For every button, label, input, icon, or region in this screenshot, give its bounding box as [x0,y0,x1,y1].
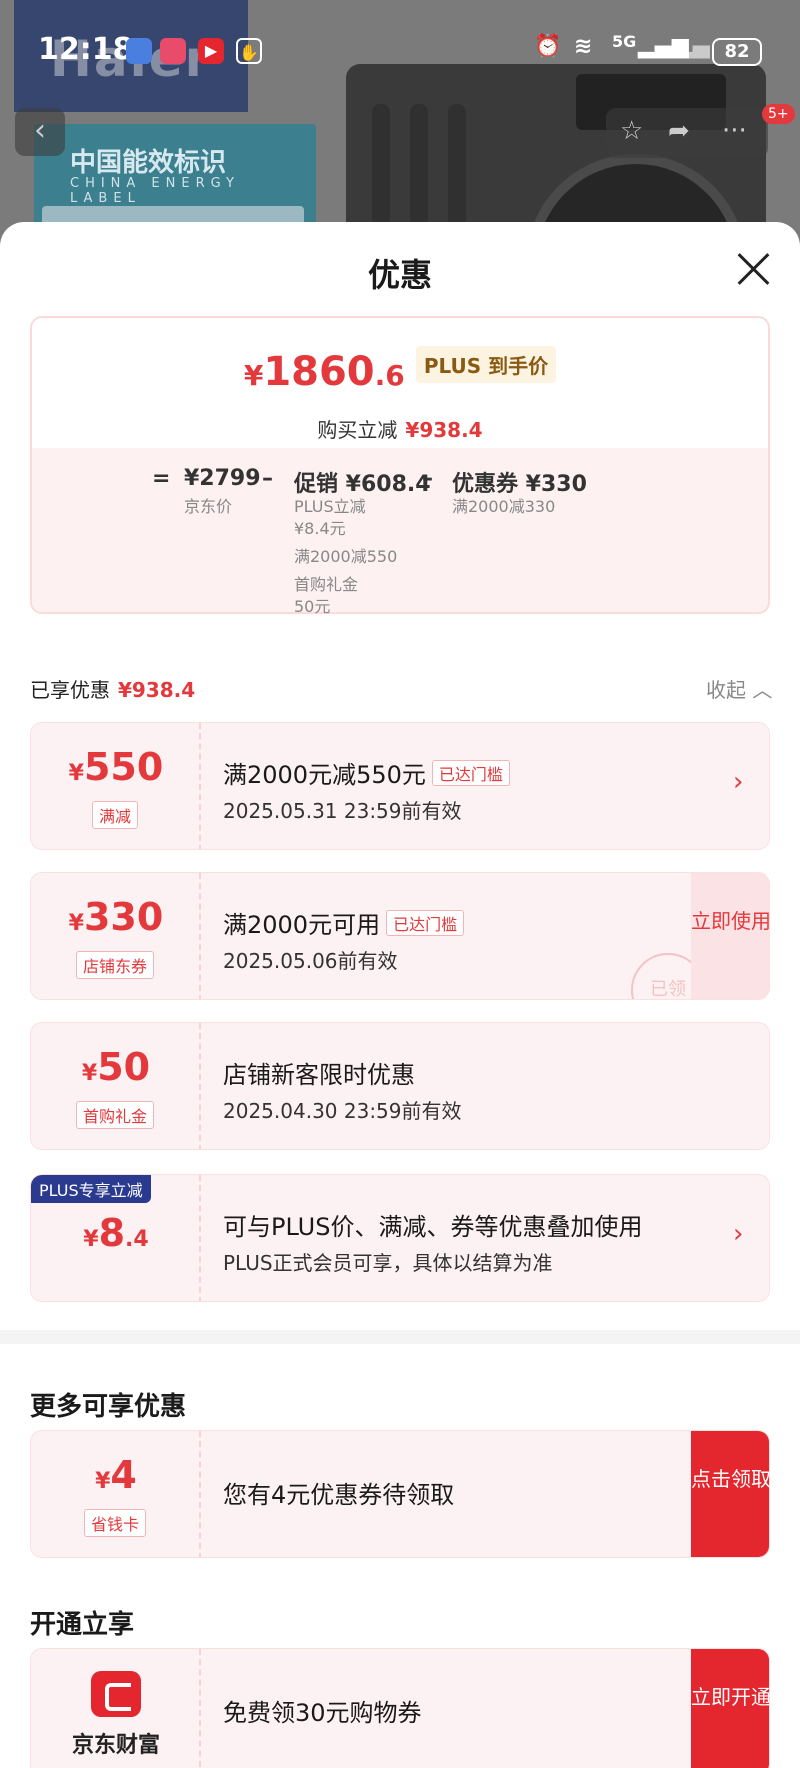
sheet-title: 优惠 [367,256,432,294]
savings-card: ¥4 省钱卡 您有4元优惠券待领取 点击领取 [30,1430,770,1558]
promo-item: 首购礼金 [294,575,359,594]
plus-price-tag: PLUS 到手价 [415,346,557,383]
discount-amount: ¥330 [68,895,164,939]
discount-title: 您有4元优惠券待领取 [223,1481,455,1509]
discount-title: 店铺新客限时优惠 [223,1061,415,1089]
share-icon[interactable]: ➦ [668,116,690,146]
discount-type-tag: 省钱卡 [83,1509,147,1537]
notification-badge: 5+ [762,104,795,124]
discount-type-tag: 首购礼金 [75,1101,155,1129]
promo-item: 50元 [294,597,331,616]
chevron-up-icon: ︿ [752,678,773,702]
close-icon[interactable] [736,252,770,286]
status-time: 12:18 [38,32,134,67]
signal-2-icon: ▂▄ [676,34,710,59]
promo-item: 满2000减550 [294,547,398,566]
discount-type-tag: 店铺东券 [75,951,155,979]
threshold-reached-tag: 已达门槛 [386,910,465,936]
discount-title: 满2000元可用 已达门槛 [223,905,465,940]
wifi-icon: ≋ [574,34,593,59]
jd-finance-name: 京东财富 [71,1733,160,1758]
jd-price-label: 京东价 [184,497,233,516]
threshold-reached-tag: 已达门槛 [431,760,510,786]
battery-icon: 82 [712,38,762,66]
discount-sheet: 优惠 ¥1860.6 PLUS 到手价 购买立减 ¥938.4 = ¥2799 京… [0,222,800,1768]
discount-type-tag: 满减 [91,801,139,829]
jd-finance-card: 京东财富 免费领30元购物券 立即开通 [30,1648,770,1768]
network-type: 5G [612,32,637,51]
jd-finance-icon [91,1671,141,1717]
discount-validity: 2025.05.31 23:59前有效 [223,799,462,823]
more-discounts-heading: 更多可享优惠 [30,1392,187,1422]
discount-card-first-purchase: ¥50 首购礼金 店铺新客限时优惠 2025.04.30 23:59前有效 [30,1022,770,1150]
collapse-toggle[interactable]: 收起 ︿ [706,674,772,703]
browser-icon [126,38,152,64]
promo-item: ¥8.4元 [294,519,346,538]
open-to-enjoy-heading: 开通立享 [30,1610,135,1640]
final-price: ¥1860.6 [243,349,405,395]
discount-amount: ¥4 [95,1453,137,1497]
jd-price: ¥2799 [184,466,261,491]
app-icon [160,38,186,64]
discount-card-plus[interactable]: PLUS专享立减 ¥8.4 可与PLUS价、满减、券等优惠叠加使用 PLUS正式… [30,1174,770,1302]
chevron-left-icon: ‹ [34,113,46,148]
use-now-button[interactable]: 立即使用 [691,873,769,999]
star-icon[interactable]: ☆ [620,116,643,146]
promo-total: 促销 ¥608.4 [294,472,431,497]
section-divider [0,1330,800,1344]
chevron-right-icon[interactable]: › [733,767,743,797]
discount-title: 满2000元减550元 已达门槛 [223,755,510,790]
enjoyed-discount: 已享优惠 ¥938.4 [30,678,196,702]
minus-sign: – [422,466,433,491]
promo-item: PLUS立减 [294,497,366,516]
discount-amount: ¥8.4 [83,1211,149,1255]
discount-card-full-reduction[interactable]: ¥550 满减 满2000元减550元 已达门槛 2025.05.31 23:59… [30,722,770,850]
back-button[interactable]: ‹ [15,108,65,156]
alarm-icon: ⏰ [534,34,562,59]
status-bar: 12:18 ▶ ✋ ⏰ ≋ 5G ▂▄▆ ▂▄ 82 [0,0,800,100]
reduce-row: 购买立减 ¥938.4 [317,418,483,442]
final-price-row: ¥1860.6 PLUS 到手价 [32,346,768,395]
discount-title: 可与PLUS价、满减、券等优惠叠加使用 [223,1213,643,1241]
claim-button[interactable]: 点击领取 [691,1431,769,1557]
video-app-icon: ▶ [198,38,224,64]
coupon-total: 优惠券 ¥330 [452,472,587,497]
discount-validity: PLUS正式会员可享，具体以结算为准 [223,1251,553,1275]
hand-icon: ✋ [236,38,262,64]
offer-title: 免费领30元购物券 [223,1699,422,1727]
minus-sign: – [262,466,273,491]
equals-sign: = [152,466,171,491]
price-summary: ¥1860.6 PLUS 到手价 购买立减 ¥938.4 = ¥2799 京东价 … [30,316,770,616]
more-icon[interactable]: ··· [722,116,747,146]
discount-card-store-coupon: ¥330 店铺东券 满2000元可用 已达门槛 2025.05.06前有效 已领 … [30,872,770,1000]
coupon-item: 满2000减330 [452,497,556,516]
discount-amount: ¥50 [81,1045,151,1089]
chevron-right-icon[interactable]: › [733,1219,743,1249]
top-actions: ☆ ➦ ··· [606,108,768,158]
discount-amount: ¥550 [68,745,164,789]
discount-validity: 2025.04.30 23:59前有效 [223,1099,462,1123]
open-now-button[interactable]: 立即开通 [691,1649,769,1768]
discount-validity: 2025.05.06前有效 [223,949,398,973]
